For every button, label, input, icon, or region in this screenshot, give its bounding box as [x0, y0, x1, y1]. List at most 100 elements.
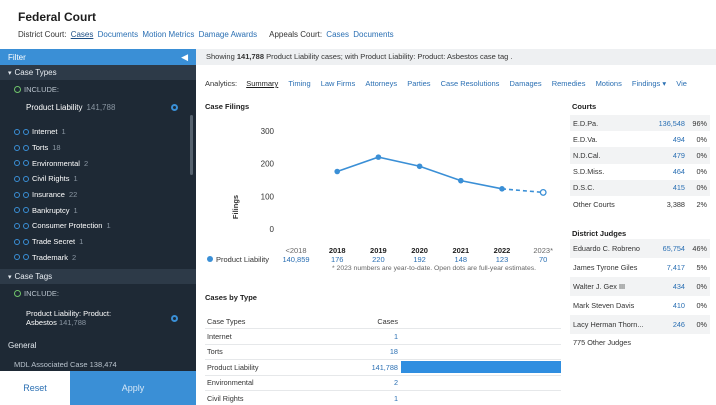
- tab-parties[interactable]: Parties: [407, 79, 430, 88]
- case-type-item[interactable]: Bankruptcy 1: [14, 202, 196, 218]
- case-type-item[interactable]: Consumer Protection 1: [14, 218, 196, 234]
- judge-pct: 0%: [696, 301, 707, 310]
- include-toggle-icon[interactable]: [14, 128, 20, 135]
- case-count-cell[interactable]: 1: [305, 394, 401, 403]
- include-toggle-icon[interactable]: [14, 160, 20, 167]
- selected-radio-icon[interactable]: [171, 314, 178, 322]
- court-pct: 0%: [696, 167, 707, 177]
- tab-remedies[interactable]: Remedies: [552, 79, 586, 88]
- case-count-cell[interactable]: 141,788: [305, 363, 401, 372]
- tab-damages[interactable]: Damages: [510, 79, 542, 88]
- tab-case-resolutions[interactable]: Case Resolutions: [441, 79, 500, 88]
- district-motion-metrics-link[interactable]: Motion Metrics: [142, 30, 194, 39]
- case-type-item[interactable]: Insurance 22: [14, 187, 196, 203]
- court-count[interactable]: 494: [647, 135, 685, 144]
- case-type-item[interactable]: Internet 1: [14, 124, 196, 140]
- exclude-toggle-icon[interactable]: [23, 144, 29, 151]
- judge-count[interactable]: 410: [647, 301, 685, 310]
- case-type-label: Trade Secret: [32, 237, 76, 247]
- showing-case-filter[interactable]: Product Liability cases;: [266, 52, 343, 61]
- exclude-toggle-icon[interactable]: [23, 254, 29, 261]
- appeals-cases-link[interactable]: Cases: [326, 30, 349, 39]
- reset-button[interactable]: Reset: [0, 371, 70, 405]
- case-types-header[interactable]: ▾ Case Types: [0, 65, 196, 80]
- case-count-cell[interactable]: 18: [305, 347, 401, 356]
- include-toggle-icon[interactable]: [14, 144, 20, 151]
- case-type-label: Trademark: [32, 252, 68, 262]
- selected-radio-icon[interactable]: [171, 104, 178, 111]
- exclude-toggle-icon[interactable]: [23, 191, 29, 198]
- x-tick-label: <2018: [285, 246, 306, 255]
- appeals-documents-link[interactable]: Documents: [353, 30, 393, 39]
- include-toggle-icon[interactable]: [14, 254, 20, 261]
- tab-attorneys[interactable]: Attorneys: [365, 79, 397, 88]
- district-damage-awards-link[interactable]: Damage Awards: [199, 30, 258, 39]
- mdl-filter-item[interactable]: MDL Associated Case 138,474: [0, 360, 196, 368]
- court-pct: 0%: [696, 134, 707, 144]
- case-type-item[interactable]: Environmental 2: [14, 155, 196, 171]
- table-row: Product Liability 141,788: [205, 360, 561, 376]
- court-count[interactable]: 136,548: [647, 119, 685, 128]
- judge-name: Eduardo C. Robreno: [573, 244, 640, 253]
- judge-count[interactable]: 434: [647, 282, 685, 291]
- tab-findings[interactable]: Findings ▾: [632, 79, 666, 88]
- other-judges-label[interactable]: 775 Other Judges: [570, 334, 710, 351]
- tab-motions[interactable]: Motions: [596, 79, 622, 88]
- include-toggle-icon[interactable]: [14, 222, 20, 229]
- tab-law-firms[interactable]: Law Firms: [321, 79, 356, 88]
- data-point: [416, 163, 423, 170]
- judge-count[interactable]: 7,417: [647, 263, 685, 272]
- collapse-sidebar-icon[interactable]: ◀: [181, 52, 188, 63]
- general-header[interactable]: General: [0, 331, 196, 360]
- district-cases-link[interactable]: Cases: [71, 30, 94, 39]
- case-type-item[interactable]: Trademark 2: [14, 250, 196, 266]
- exclude-toggle-icon[interactable]: [23, 238, 29, 245]
- include-toggle-icon[interactable]: [14, 238, 20, 245]
- showing-tag-filter[interactable]: with Product Liability: Product: Asbesto…: [345, 52, 513, 61]
- case-type-cell: Internet: [207, 332, 232, 342]
- exclude-toggle-icon[interactable]: [23, 222, 29, 229]
- court-name: Other Courts: [573, 199, 615, 209]
- case-type-item[interactable]: Trade Secret 1: [14, 234, 196, 250]
- analytics-label: Analytics:: [205, 79, 238, 88]
- judge-pct: 0%: [696, 282, 707, 291]
- case-tag-label-line2: Asbestos: [26, 318, 57, 328]
- judge-pct: 5%: [696, 263, 707, 272]
- include-label: INCLUDE:: [24, 85, 60, 94]
- judge-count[interactable]: 65,754: [647, 244, 685, 253]
- case-count-cell[interactable]: 2: [305, 378, 401, 387]
- case-tag-count: 141,788: [58, 318, 87, 328]
- case-tags-header[interactable]: ▾ Case Tags: [0, 269, 196, 285]
- apply-button[interactable]: Apply: [70, 371, 196, 405]
- data-point-estimate: [539, 188, 547, 196]
- tab-summary[interactable]: Summary: [246, 79, 278, 88]
- court-row: E.D.Pa. 136,548 96%: [570, 115, 710, 132]
- page-title: Federal Court: [18, 10, 97, 24]
- sidebar-scrollbar[interactable]: [190, 115, 193, 175]
- court-name: D.S.C.: [573, 183, 595, 193]
- exclude-toggle-icon[interactable]: [23, 128, 29, 135]
- judge-count[interactable]: 246: [647, 320, 685, 329]
- court-count[interactable]: 415: [647, 183, 685, 192]
- include-toggle-icon[interactable]: [14, 175, 20, 182]
- case-type-item[interactable]: Civil Rights 1: [14, 171, 196, 187]
- court-count[interactable]: 464: [647, 167, 685, 176]
- tab-timing[interactable]: Timing: [288, 79, 310, 88]
- selected-case-type[interactable]: Product Liability 141,788: [0, 99, 196, 116]
- district-documents-link[interactable]: Documents: [98, 30, 138, 39]
- exclude-toggle-icon[interactable]: [23, 207, 29, 214]
- data-value-label: 192: [413, 255, 426, 264]
- court-count[interactable]: 479: [647, 151, 685, 160]
- filter-label: Filter: [8, 52, 26, 62]
- tab-view[interactable]: Vie: [676, 79, 687, 88]
- selected-case-tag[interactable]: Product Liability: Product: Asbestos 141…: [0, 303, 196, 331]
- exclude-toggle-icon[interactable]: [23, 160, 29, 167]
- x-tick-label: 2022: [494, 246, 511, 255]
- case-count-cell[interactable]: 1: [305, 332, 401, 341]
- x-tick-label: 2021: [452, 246, 469, 255]
- case-type-count: 1: [106, 221, 111, 231]
- include-toggle-icon[interactable]: [14, 191, 20, 198]
- case-type-item[interactable]: Torts 18: [14, 140, 196, 156]
- exclude-toggle-icon[interactable]: [23, 175, 29, 182]
- include-toggle-icon[interactable]: [14, 207, 20, 214]
